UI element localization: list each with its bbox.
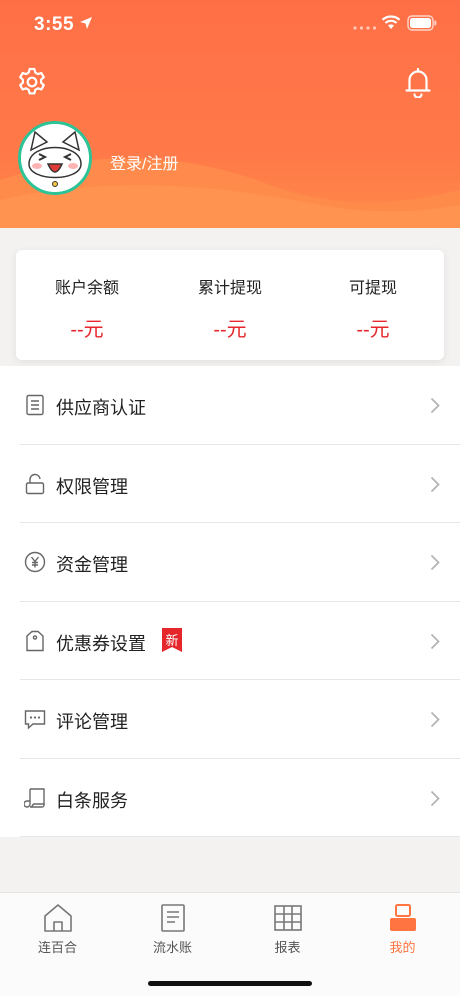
- new-badge-text: 新: [165, 632, 179, 648]
- battery-icon: [407, 15, 437, 31]
- comment-icon: [24, 710, 46, 730]
- divider: [20, 836, 460, 837]
- menu-item-supplier-certification[interactable]: 供应商认证: [0, 366, 460, 445]
- tab-label: 报表: [274, 940, 301, 955]
- ledger-icon: [161, 904, 185, 932]
- menu-list: 供应商认证 权限管理 资金管理 优惠券设置 新 评论管理 白条服务: [0, 366, 460, 837]
- location-arrow-icon: [80, 17, 92, 29]
- bell-icon[interactable]: [403, 66, 433, 98]
- chevron-right-icon: [430, 554, 440, 571]
- tab-reports[interactable]: 报表: [230, 893, 345, 963]
- table-icon: [274, 905, 302, 931]
- stat-withdrawable: 可提现 --元: [302, 250, 444, 360]
- menu-item-fund-management[interactable]: 资金管理: [0, 523, 460, 602]
- stat-value: --元: [356, 319, 390, 341]
- chevron-right-icon: [430, 476, 440, 492]
- menu-item-comment-management[interactable]: 评论管理: [0, 680, 460, 759]
- new-badge: 新: [162, 627, 182, 652]
- tab-label: 流水账: [152, 940, 192, 955]
- wifi-icon: [381, 15, 401, 29]
- chevron-right-icon: [430, 790, 440, 806]
- status-time: 3:55: [34, 14, 75, 35]
- tab-home[interactable]: 连百合: [0, 893, 115, 963]
- status-bar: 3:55: [0, 0, 460, 50]
- home-icon: [44, 904, 72, 932]
- cat-mascot-icon: [21, 124, 89, 192]
- menu-item-credit-service[interactable]: 白条服务: [0, 759, 460, 837]
- stat-label: 可提现: [348, 280, 397, 297]
- yen-icon: [24, 551, 46, 573]
- tab-ledger[interactable]: 流水账: [115, 893, 230, 963]
- home-indicator: [148, 981, 312, 986]
- gear-icon[interactable]: [16, 66, 48, 98]
- menu-item-label: 资金管理: [56, 555, 128, 575]
- tab-label: 连百合: [37, 940, 77, 955]
- stat-total-withdrawn: 累计提现 --元: [159, 250, 301, 360]
- chevron-right-icon: [430, 633, 440, 649]
- balance-card: 账户余额 --元 累计提现 --元 可提现 --元: [16, 250, 444, 360]
- profile-icon: [390, 904, 416, 931]
- stat-value: --元: [213, 319, 247, 341]
- chevron-right-icon: [430, 397, 440, 414]
- login-register-link[interactable]: 登录/注册: [110, 150, 178, 174]
- menu-item-label: 优惠券设置: [56, 633, 146, 654]
- signal-icon: [353, 26, 377, 30]
- chevron-right-icon: [430, 711, 440, 728]
- lock-icon: [25, 473, 45, 494]
- tab-mine[interactable]: 我的: [345, 893, 460, 963]
- menu-item-label: 白条服务: [56, 790, 128, 811]
- stat-label: 账户余额: [54, 280, 119, 297]
- stat-label: 累计提现: [197, 280, 262, 297]
- menu-item-permission-management[interactable]: 权限管理: [0, 445, 460, 523]
- stat-value: --元: [70, 319, 104, 341]
- menu-item-label: 供应商认证: [56, 398, 146, 418]
- document-icon: [26, 394, 44, 416]
- menu-item-label: 评论管理: [56, 712, 128, 732]
- menu-item-label: 权限管理: [56, 476, 128, 497]
- stat-account-balance: 账户余额 --元: [16, 250, 158, 360]
- scroll-icon: [24, 787, 45, 808]
- tag-icon: [26, 630, 44, 651]
- tab-label: 我的: [389, 940, 416, 955]
- menu-item-coupon-settings[interactable]: 优惠券设置 新: [0, 602, 460, 680]
- avatar[interactable]: [18, 121, 92, 195]
